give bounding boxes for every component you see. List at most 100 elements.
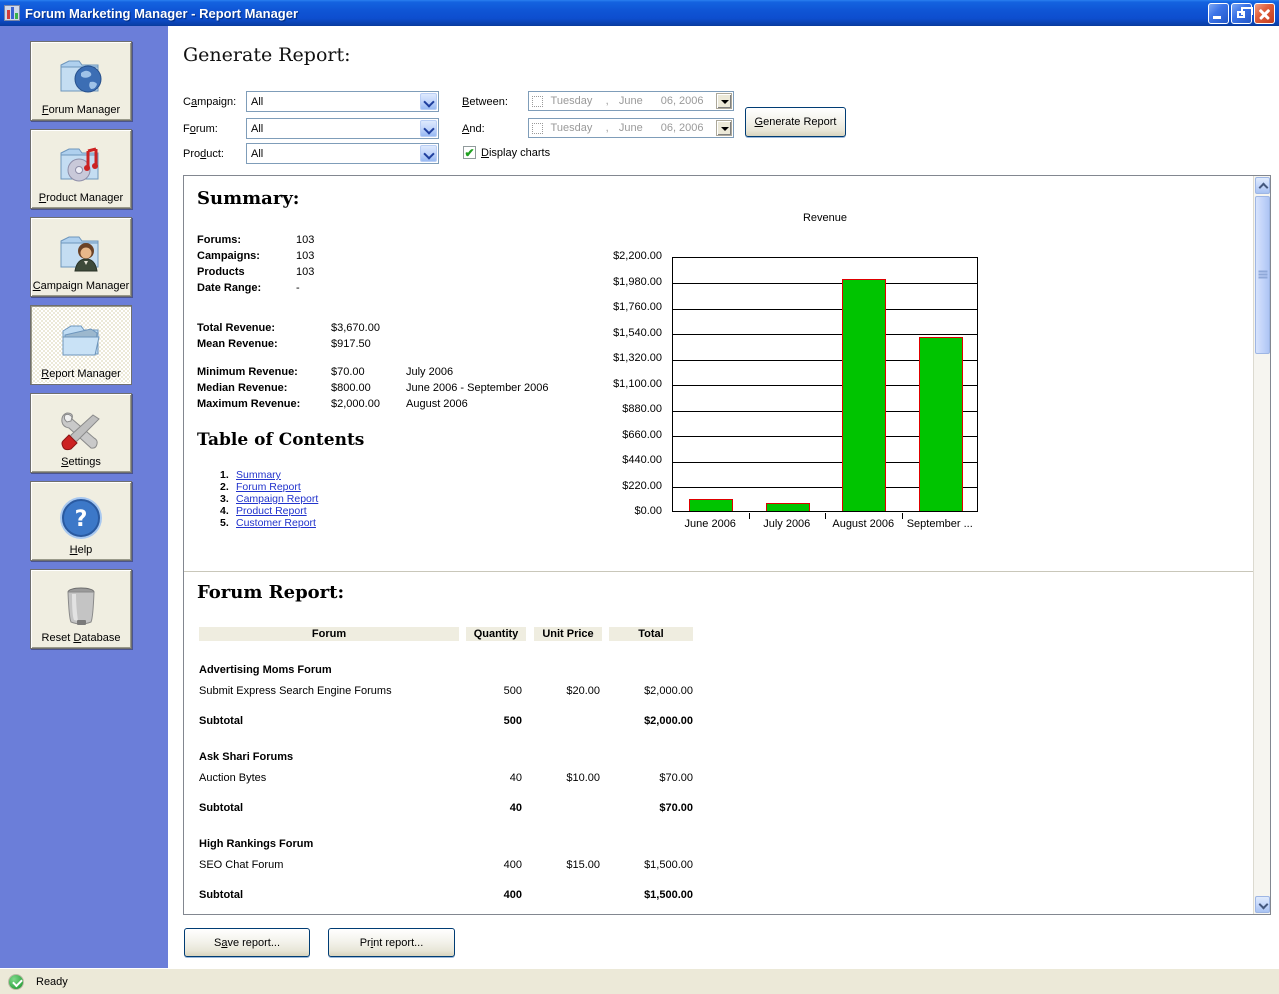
dropdown-arrow-icon[interactable] [716, 93, 732, 109]
close-button[interactable] [1254, 3, 1275, 24]
toc-link-forum-report[interactable]: Forum Report [236, 481, 301, 493]
table-row: Auction Bytes 40 $10.00 $70.00 [199, 772, 699, 787]
table-header-row: Forum Quantity Unit Price Total [199, 627, 699, 642]
between-date-picker[interactable]: Tuesday , June 06, 2006 [528, 91, 734, 111]
chart-gridline [673, 283, 977, 284]
chart-y-tick-label: $1,100.00 [582, 378, 662, 390]
dropdown-arrow-icon[interactable] [716, 120, 732, 136]
minimize-button[interactable] [1208, 3, 1229, 24]
sidebar-item-report-manager[interactable]: Report Manager [30, 305, 132, 385]
restore-icon [1237, 11, 1245, 18]
scroll-up-button[interactable] [1255, 177, 1270, 194]
toc-item: 2.Forum Report [220, 481, 318, 493]
toc-link-campaign-report[interactable]: Campaign Report [236, 493, 318, 505]
product-select[interactable]: All [246, 143, 439, 164]
report-panel: Summary: Forums:103 Campaigns:103 Produc… [183, 175, 1271, 915]
chart-gridline [673, 334, 977, 335]
forum-select[interactable]: All [246, 118, 439, 139]
campaign-select[interactable]: All [246, 91, 439, 112]
ready-check-icon [8, 974, 24, 990]
summary-heading: Summary: [197, 188, 299, 209]
summary-totals: Total Revenue:$3,670.00 Mean Revenue:$91… [197, 322, 380, 354]
toc-link-customer-report[interactable]: Customer Report [236, 517, 316, 529]
generate-report-button[interactable]: Generate Report [745, 107, 846, 137]
forum-label: Forum: [183, 123, 218, 135]
sidebar-item-campaign-manager[interactable]: Campaign Manager [30, 217, 132, 297]
section-divider [184, 571, 1253, 572]
table-row: SEO Chat Forum 400 $15.00 $1,500.00 [199, 859, 699, 874]
and-date-picker[interactable]: Tuesday , June 06, 2006 [528, 118, 734, 138]
table-row: Submit Express Search Engine Forums 500 … [199, 685, 699, 700]
summary-row: Products103 [197, 266, 314, 282]
and-label: And: [462, 123, 485, 135]
chart-y-tick-label: $1,540.00 [582, 327, 662, 339]
chart-y-tick-label: $880.00 [582, 403, 662, 415]
group-name-row: High Rankings Forum [199, 838, 699, 853]
chevron-down-icon[interactable] [420, 145, 437, 162]
scroll-down-button[interactable] [1255, 896, 1270, 913]
chart-bar [842, 279, 886, 511]
scrollbar-thumb[interactable] [1255, 196, 1270, 354]
trash-can-icon [55, 580, 107, 632]
forum-report-table: Forum Quantity Unit Price Total Advertis… [199, 627, 699, 904]
chart-y-tick-label: $660.00 [582, 429, 662, 441]
folder-globe-icon [55, 52, 107, 104]
sidebar-item-help[interactable]: ? Help [30, 481, 132, 561]
sidebar-item-reset-database[interactable]: Reset Database [30, 569, 132, 649]
sidebar-item-label: Help [70, 544, 93, 556]
display-charts-label[interactable]: Display charts [481, 147, 550, 159]
summary-row: Median Revenue:$800.00June 2006 - Septem… [197, 382, 549, 398]
chart-y-tick-label: $1,980.00 [582, 276, 662, 288]
summary-row: Minimum Revenue:$70.00July 2006 [197, 366, 549, 382]
sidebar-item-label: Product Manager [39, 192, 123, 204]
subtotal-row: Subtotal 40 $70.00 [199, 802, 699, 817]
date-enable-checkbox[interactable] [532, 123, 543, 134]
chart-y-tick-label: $220.00 [582, 480, 662, 492]
chart-x-tick [902, 513, 903, 519]
folder-person-icon [55, 228, 107, 280]
subtotal-row: Subtotal 500 $2,000.00 [199, 715, 699, 730]
group-name-row: Ask Shari Forums [199, 751, 699, 766]
save-report-button[interactable]: Save report... [184, 928, 310, 957]
chevron-down-icon[interactable] [420, 120, 437, 137]
toc-item: 4.Product Report [220, 505, 318, 517]
vertical-scrollbar[interactable] [1253, 176, 1270, 914]
subtotal-row: Subtotal 400 $1,500.00 [199, 889, 699, 904]
summary-row: Date Range:- [197, 282, 314, 298]
chart-y-tick-label: $0.00 [582, 505, 662, 517]
summary-row: Forums:103 [197, 234, 314, 250]
toc-item: 1.Summary [220, 469, 318, 481]
restore-button[interactable] [1231, 3, 1252, 24]
svg-text:?: ? [75, 507, 88, 532]
toc-link-summary[interactable]: Summary [236, 469, 281, 481]
chevron-down-icon[interactable] [420, 93, 437, 110]
product-label: Product: [183, 148, 224, 160]
chart-y-tick-label: $440.00 [582, 454, 662, 466]
minimize-icon [1213, 16, 1221, 19]
summary-counts: Forums:103 Campaigns:103 Products103 Dat… [197, 234, 314, 298]
sidebar-item-forum-manager[interactable]: Forum Manager [30, 41, 132, 121]
toc-link-product-report[interactable]: Product Report [236, 505, 307, 517]
sidebar-item-label: Campaign Manager [33, 280, 130, 292]
window-title: Forum Marketing Manager - Report Manager [25, 6, 298, 21]
summary-row: Campaigns:103 [197, 250, 314, 266]
chart-title: Revenue [672, 212, 978, 224]
toc-list: 1.Summary 2.Forum Report 3.Campaign Repo… [220, 469, 318, 529]
chart-x-tick-label: June 2006 [672, 518, 749, 530]
chart-bar [766, 503, 810, 511]
title-bar: Forum Marketing Manager - Report Manager [0, 0, 1279, 26]
print-report-button[interactable]: Print report... [328, 928, 455, 957]
forum-report-heading: Forum Report: [197, 582, 344, 603]
sidebar-item-settings[interactable]: Settings [30, 393, 132, 473]
check-icon: ✔ [464, 148, 474, 158]
toc-heading: Table of Contents [197, 430, 364, 450]
display-charts-checkbox[interactable]: ✔ [463, 146, 476, 159]
date-enable-checkbox[interactable] [532, 96, 543, 107]
status-bar: Ready [0, 968, 1279, 994]
chart-bar [689, 499, 733, 511]
sidebar-item-product-manager[interactable]: Product Manager [30, 129, 132, 209]
report-content: Summary: Forums:103 Campaigns:103 Produc… [184, 176, 1253, 914]
chart-x-tick-label: September ... [902, 518, 979, 530]
summary-row: Mean Revenue:$917.50 [197, 338, 380, 354]
folder-open-icon [55, 316, 107, 368]
